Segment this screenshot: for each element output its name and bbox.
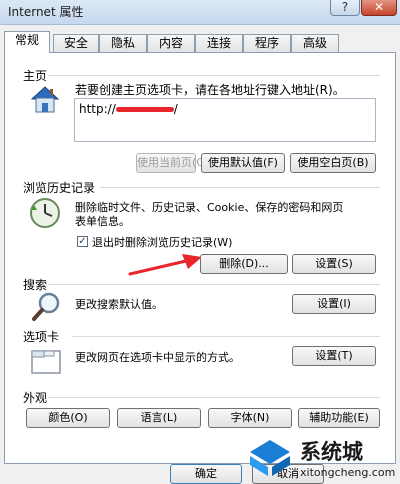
tab-label: 隐私 bbox=[110, 36, 135, 50]
button-label: 设置(S) bbox=[315, 257, 353, 270]
close-icon: ✕ bbox=[373, 0, 385, 14]
tab-label: 常规 bbox=[14, 33, 39, 47]
watermark-logo-icon bbox=[250, 440, 290, 476]
help-button[interactable]: ? bbox=[330, 0, 360, 16]
tabs-section-divider bbox=[72, 336, 380, 337]
colors-button[interactable]: 颜色(O) bbox=[26, 408, 110, 428]
homepage-divider bbox=[48, 75, 380, 76]
button-label: 设置(T) bbox=[315, 349, 353, 362]
tabs-settings-button[interactable]: 设置(T) bbox=[292, 346, 376, 366]
redaction-mark bbox=[115, 107, 174, 112]
delete-on-exit-checkbox[interactable]: ✓ bbox=[77, 236, 88, 247]
fonts-button[interactable]: 字体(N) bbox=[208, 408, 292, 428]
delete-history-button[interactable]: 删除(D)... bbox=[200, 254, 288, 274]
homepage-url-suffix: / bbox=[173, 102, 178, 116]
watermark-brand: 系统城 bbox=[300, 440, 363, 464]
appearance-divider bbox=[48, 397, 380, 398]
use-default-button[interactable]: 使用默认值(F) bbox=[201, 153, 285, 173]
magnifier-icon bbox=[30, 290, 64, 324]
tab-programs[interactable]: 程序 bbox=[243, 34, 291, 52]
title-bar: Internet 属性 ? ✕ bbox=[0, 0, 400, 25]
tabbed-window-icon bbox=[30, 345, 64, 379]
button-label: 使用空白页(B) bbox=[297, 156, 369, 169]
tab-label: 程序 bbox=[254, 36, 279, 50]
search-divider bbox=[48, 284, 380, 285]
close-button[interactable]: ✕ bbox=[361, 0, 397, 16]
use-blank-button[interactable]: 使用空白页(B) bbox=[290, 153, 376, 173]
tab-label: 安全 bbox=[63, 36, 88, 50]
appearance-title: 外观 bbox=[23, 391, 48, 405]
button-label: 使用默认值(F) bbox=[208, 156, 278, 169]
button-label: 确定 bbox=[195, 467, 217, 480]
checkmark-icon: ✓ bbox=[78, 236, 87, 247]
use-current-button[interactable]: 使用当前页(C) bbox=[136, 153, 208, 173]
history-divider bbox=[100, 187, 380, 188]
button-label: 字体(N) bbox=[230, 411, 270, 424]
history-settings-button[interactable]: 设置(S) bbox=[292, 254, 376, 274]
history-clock-icon bbox=[28, 196, 62, 230]
tab-label: 连接 bbox=[206, 36, 231, 50]
button-label: 删除(D)... bbox=[219, 257, 269, 270]
homepage-instruction: 若要创建主页选项卡，请在各地址行键入地址(R)。 bbox=[75, 83, 345, 97]
window-title: Internet 属性 bbox=[8, 5, 84, 19]
button-label: 设置(I) bbox=[317, 297, 351, 310]
languages-button[interactable]: 语言(L) bbox=[117, 408, 201, 428]
tab-label: 高级 bbox=[302, 36, 327, 50]
help-icon: ? bbox=[341, 0, 349, 14]
delete-on-exit-label: 退出时删除浏览历史记录(W) bbox=[92, 236, 233, 249]
accessibility-button[interactable]: 辅助功能(E) bbox=[298, 408, 380, 428]
annotation-arrow-icon bbox=[128, 254, 202, 276]
watermark-url: xitongcheng.com bbox=[300, 466, 396, 479]
tab-content[interactable]: 内容 bbox=[147, 34, 195, 52]
button-label: 辅助功能(E) bbox=[309, 411, 369, 424]
history-description-line2: 表单信息。 bbox=[75, 215, 130, 228]
homepage-address-box[interactable]: http:// / bbox=[74, 98, 376, 142]
ok-button[interactable]: 确定 bbox=[170, 464, 242, 484]
tab-connections[interactable]: 连接 bbox=[195, 34, 243, 52]
button-label: 语言(L) bbox=[140, 411, 178, 424]
history-title: 浏览历史记录 bbox=[23, 181, 96, 195]
search-description: 更改搜索默认值。 bbox=[75, 298, 163, 311]
tab-advanced[interactable]: 高级 bbox=[291, 34, 339, 52]
tab-privacy[interactable]: 隐私 bbox=[99, 34, 147, 52]
tabs-section-description: 更改网页在选项卡中显示的方式。 bbox=[75, 351, 240, 364]
search-settings-button[interactable]: 设置(I) bbox=[292, 294, 376, 314]
tab-label: 内容 bbox=[158, 36, 183, 50]
tabs-section-title: 选项卡 bbox=[23, 330, 60, 344]
house-icon bbox=[28, 82, 62, 116]
tab-strip: 常规 安全 隐私 内容 连接 程序 高级 bbox=[4, 31, 396, 53]
button-label: 颜色(O) bbox=[48, 411, 88, 424]
homepage-url-text: http:// bbox=[79, 102, 116, 116]
button-label: 使用当前页(C) bbox=[137, 156, 209, 169]
tab-general[interactable]: 常规 bbox=[4, 31, 50, 53]
tab-security[interactable]: 安全 bbox=[53, 34, 99, 52]
